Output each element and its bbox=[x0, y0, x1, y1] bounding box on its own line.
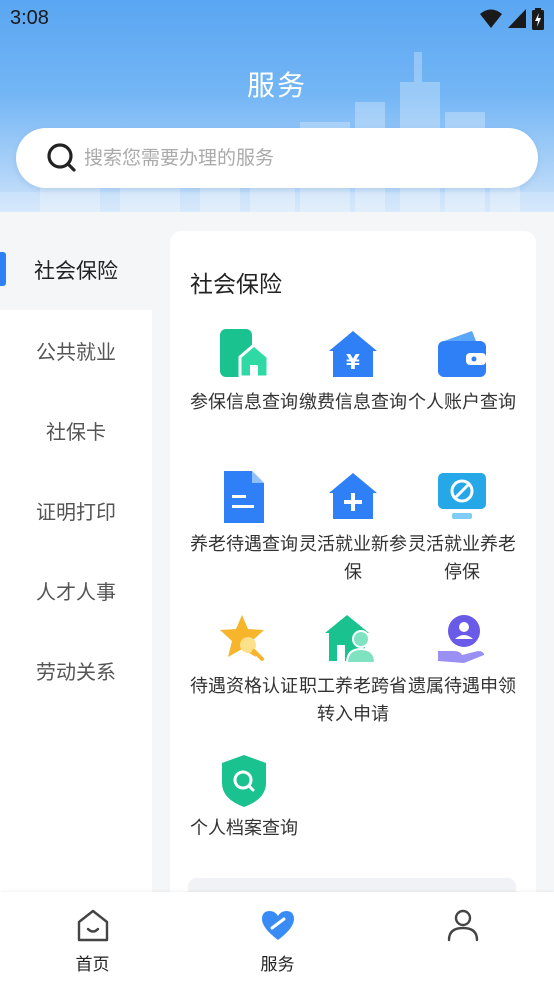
service-item-label: 灵活就业养老停保 bbox=[408, 534, 516, 583]
sidebar-item-label: 劳动关系 bbox=[36, 659, 116, 684]
star-search-icon bbox=[220, 615, 264, 661]
service-item-label: 缴费信息查询 bbox=[299, 392, 407, 413]
service-item-label: 个人档案查询 bbox=[190, 818, 298, 839]
sidebar-item-label: 公共就业 bbox=[36, 339, 116, 364]
hand-person-icon bbox=[438, 615, 484, 663]
sidebar-item-label: 社会保险 bbox=[34, 259, 118, 283]
service-item-label: 参保信息查询 bbox=[190, 392, 298, 413]
search-input[interactable] bbox=[84, 147, 504, 169]
service-item-flexible-pension-stop[interactable]: 灵活就业养老停保 bbox=[404, 469, 520, 587]
search-bar[interactable] bbox=[16, 128, 538, 188]
service-item-benefit-qualification[interactable]: 待遇资格认证 bbox=[186, 611, 302, 701]
tab-mine[interactable]: 我的 bbox=[370, 892, 554, 984]
service-item-label: 待遇资格认证 bbox=[190, 676, 298, 697]
sidebar: 社会保险 公共就业 社保卡 证明打印 人才人事 劳动关系 bbox=[0, 212, 152, 894]
yuan-house-icon: ¥ bbox=[329, 331, 377, 377]
heart-service-icon bbox=[261, 911, 294, 940]
sidebar-item-label: 人才人事 bbox=[36, 579, 116, 604]
wallet-icon bbox=[438, 331, 486, 377]
battery-icon bbox=[532, 8, 544, 30]
tab-service[interactable]: 服务 bbox=[185, 892, 370, 984]
search-icon bbox=[47, 143, 76, 172]
sidebar-item-social-insurance[interactable]: 社会保险 bbox=[0, 230, 152, 310]
status-icons bbox=[480, 8, 544, 30]
sidebar-item-labor-relations[interactable]: 劳动关系 bbox=[0, 630, 152, 710]
user-icon bbox=[447, 909, 478, 942]
service-item-cross-province-transfer[interactable]: 职工养老跨省转入申请 bbox=[295, 611, 411, 729]
tab-label: 首页 bbox=[75, 955, 110, 975]
bottom-tab-bar: 首页 服务 我的 bbox=[0, 892, 554, 984]
service-item-flexible-new-insurance[interactable]: 灵活就业新参保 bbox=[295, 469, 411, 587]
sidebar-item-public-employment[interactable]: 公共就业 bbox=[0, 310, 152, 390]
status-bar: 3:08 bbox=[0, 0, 554, 38]
service-item-label: 个人账户查询 bbox=[408, 392, 516, 413]
page-title: 服务 bbox=[246, 69, 307, 102]
header: 3:08 服务 bbox=[0, 0, 554, 212]
sidebar-active-indicator bbox=[0, 252, 6, 286]
svg-text:¥: ¥ bbox=[346, 350, 360, 374]
service-item-label: 职工养老跨省转入申请 bbox=[299, 676, 407, 725]
panel-title: 社会保险 bbox=[190, 272, 282, 298]
sidebar-item-talent-personnel[interactable]: 人才人事 bbox=[0, 550, 152, 630]
sidebar-empty-area bbox=[0, 710, 152, 894]
service-panel: 社会保险 参保信息查询 ¥ 缴费信息查询 个人账户查询 养老待遇查询 灵活就业新… bbox=[170, 231, 536, 901]
service-item-insurance-info[interactable]: 参保信息查询 bbox=[186, 327, 302, 417]
signal-icon bbox=[508, 9, 526, 28]
service-item-label: 养老待遇查询 bbox=[190, 534, 298, 555]
service-item-personal-archive[interactable]: 个人档案查询 bbox=[186, 753, 302, 843]
document-icon bbox=[224, 471, 264, 523]
home-icon bbox=[77, 909, 108, 942]
sidebar-item-label: 社保卡 bbox=[46, 419, 106, 444]
tab-label: 服务 bbox=[260, 955, 295, 975]
service-item-payment-info[interactable]: ¥ 缴费信息查询 bbox=[295, 327, 411, 417]
service-item-personal-account[interactable]: 个人账户查询 bbox=[404, 327, 520, 417]
wifi-icon bbox=[480, 9, 502, 28]
service-item-label: 灵活就业新参保 bbox=[299, 534, 407, 583]
status-time: 3:08 bbox=[10, 7, 49, 29]
sidebar-item-social-security-card[interactable]: 社保卡 bbox=[0, 390, 152, 470]
plus-house-icon bbox=[329, 473, 377, 519]
service-item-pension-benefit[interactable]: 养老待遇查询 bbox=[186, 469, 302, 559]
service-item-survivor-benefit[interactable]: 遗属待遇申领 bbox=[404, 611, 520, 701]
person-house-icon bbox=[325, 615, 377, 664]
tab-home[interactable]: 首页 bbox=[0, 892, 185, 984]
service-item-label: 遗属待遇申领 bbox=[408, 676, 516, 697]
shield-search-icon bbox=[222, 755, 266, 807]
sidebar-item-label: 证明打印 bbox=[36, 499, 116, 524]
sidebar-item-certificate-print[interactable]: 证明打印 bbox=[0, 470, 152, 550]
phone-house-icon bbox=[220, 329, 270, 379]
monitor-stop-icon bbox=[438, 473, 486, 519]
